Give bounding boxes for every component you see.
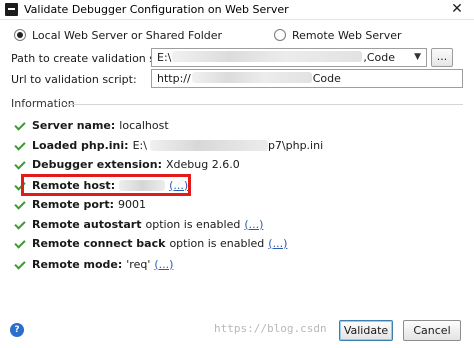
path-value-suffix: ,Code (363, 51, 396, 64)
chevron-down-icon[interactable]: ▼ (414, 52, 421, 62)
cancel-button[interactable]: Cancel (403, 320, 461, 341)
url-value-suffix: Code (312, 72, 341, 85)
radio-remote-label: Remote Web Server (292, 28, 402, 42)
php-ini-label: Loaded php.ini: (32, 138, 129, 152)
info-row-remote-autostart: Remote autostart option is enabled (...) (16, 216, 263, 232)
path-value-prefix: E:\ (157, 51, 172, 64)
debugger-extension-value: Xdebug 2.6.0 (165, 157, 240, 171)
info-row-remote-connect-back: Remote connect back option is enabled (.… (16, 235, 287, 251)
url-value-prefix: http:// (157, 72, 191, 85)
check-icon (16, 140, 26, 150)
check-icon (16, 159, 26, 169)
radio-unselected-icon[interactable] (274, 29, 286, 41)
section-divider (66, 104, 463, 105)
radio-local-label: Local Web Server or Shared Folder (32, 28, 223, 42)
info-row-remote-mode: Remote mode: 'req' (...) (16, 256, 173, 272)
path-combo-box[interactable]: E:\ ,Code ▼ (151, 48, 427, 67)
remote-autostart-details-link[interactable]: (...) (244, 218, 263, 231)
remote-connect-back-value: option is enabled (169, 236, 265, 250)
debugger-extension-label: Debugger extension: (32, 157, 162, 171)
remote-host-highlight (21, 174, 191, 196)
radio-remote-web-server[interactable]: Remote Web Server (274, 28, 402, 42)
remote-mode-details-link[interactable]: (...) (154, 258, 173, 271)
title-bar: Validate Debugger Configuration on Web S… (0, 0, 474, 20)
browse-button[interactable]: ... (431, 48, 453, 67)
remote-connect-back-details-link[interactable]: (...) (268, 237, 287, 250)
remote-autostart-label: Remote autostart (32, 217, 142, 231)
radio-selected-icon[interactable] (14, 29, 26, 41)
help-icon[interactable]: ? (10, 323, 24, 337)
radio-local-web-server[interactable]: Local Web Server or Shared Folder (14, 28, 222, 42)
remote-mode-value: 'req' (126, 257, 151, 271)
php-ini-value-suffix: p7\php.ini (267, 138, 324, 152)
php-ini-redacted (149, 139, 268, 151)
remote-connect-back-label: Remote connect back (32, 236, 166, 250)
path-redacted (172, 51, 363, 62)
url-label: Url to validation script: (11, 73, 137, 86)
check-icon (16, 219, 26, 229)
remote-mode-label: Remote mode: (32, 257, 123, 271)
info-row-debugger-extension: Debugger extension: Xdebug 2.6.0 (16, 156, 240, 172)
remote-port-label: Remote port: (32, 197, 115, 211)
validate-button[interactable]: Validate (339, 320, 393, 341)
url-input[interactable]: http:// Code (151, 69, 463, 88)
check-icon (16, 259, 26, 269)
remote-autostart-value: option is enabled (145, 217, 241, 231)
php-ini-value-prefix: E:\ (132, 138, 147, 152)
server-name-label: Server name: (32, 118, 116, 132)
url-redacted (191, 72, 312, 83)
close-icon[interactable]: ✕ (446, 1, 468, 18)
watermark-text: https://blog.csdn (214, 322, 327, 335)
check-icon (16, 199, 26, 209)
check-icon (16, 120, 26, 130)
info-row-server-name: Server name: localhost (16, 117, 169, 133)
server-name-value: localhost (119, 118, 169, 132)
info-row-remote-port: Remote port: 9001 (16, 196, 146, 212)
remote-port-value: 9001 (118, 197, 147, 211)
phpstorm-app-icon (5, 3, 18, 16)
window-title: Validate Debugger Configuration on Web S… (24, 3, 289, 16)
info-row-php-ini: Loaded php.ini: E:\ p7\php.ini (16, 137, 323, 153)
check-icon (16, 238, 26, 248)
